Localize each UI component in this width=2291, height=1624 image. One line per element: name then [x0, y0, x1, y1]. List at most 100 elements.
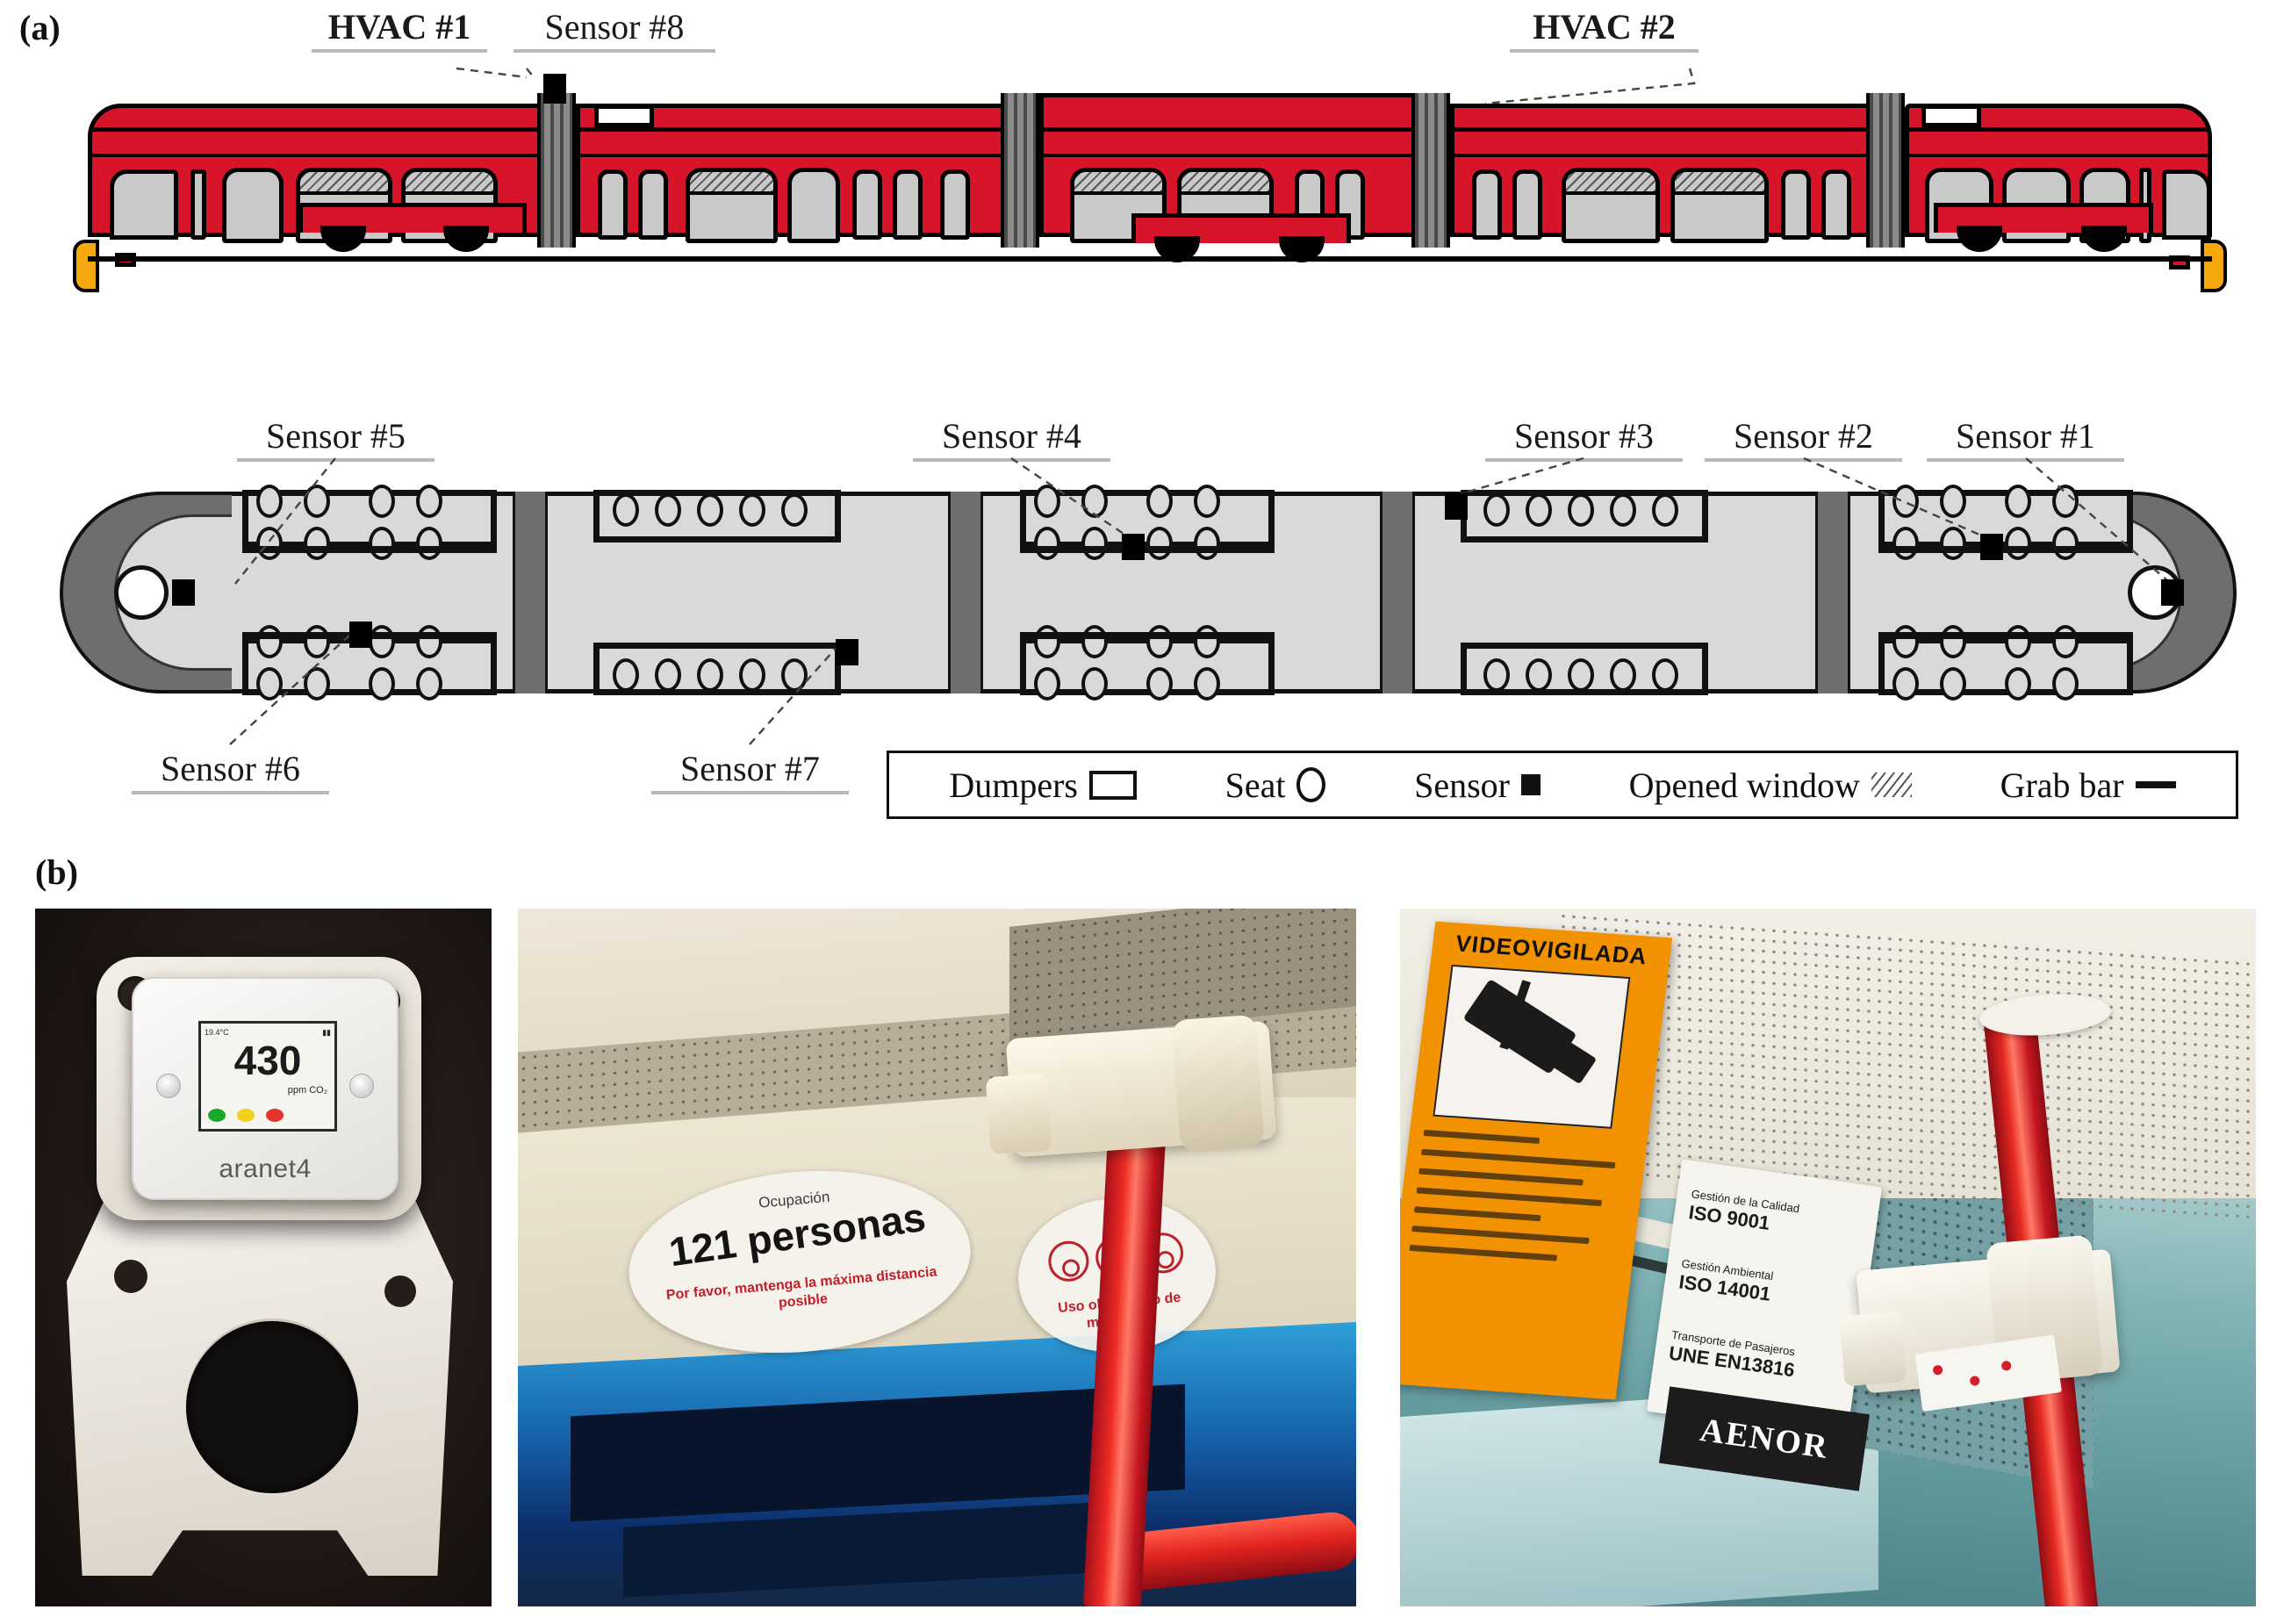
plan-bellows-2	[948, 492, 983, 693]
seat	[1194, 527, 1220, 560]
opened-window-hatch	[1181, 172, 1269, 195]
seat	[304, 625, 330, 658]
legend-seat-label: Seat	[1224, 765, 1286, 805]
face-icon	[1046, 1239, 1090, 1283]
waist-band	[1044, 154, 1412, 157]
callout-sensor-4: Sensor #4	[913, 418, 1110, 462]
legend-sensor-label: Sensor	[1414, 765, 1510, 805]
seat	[1652, 658, 1678, 692]
seat	[1526, 493, 1552, 527]
callout-sensor-8-label: Sensor #8	[544, 7, 685, 47]
wheel	[2081, 226, 2127, 252]
seat	[613, 493, 639, 527]
seat	[2005, 667, 2031, 701]
seat	[1034, 625, 1060, 658]
seat	[1146, 667, 1173, 701]
screen-status-bar: 19.4°C ▮▮	[205, 1026, 331, 1038]
window-narrow	[1781, 169, 1811, 240]
seat	[1483, 658, 1510, 692]
plan-bellows-1	[513, 492, 548, 693]
callout-rule	[913, 458, 1110, 462]
window-narrow	[1512, 169, 1542, 240]
seat	[256, 667, 283, 701]
figure-root: (a) (b) HVAC #1 Sensor #8 HVAC #2 Sensor…	[0, 0, 2291, 1624]
seat	[1194, 485, 1220, 518]
device-button-left	[156, 1074, 181, 1098]
wheel	[443, 226, 489, 252]
callout-hvac-1-label: HVAC #1	[327, 7, 471, 47]
grab-bar-icon	[2135, 781, 2176, 788]
seat	[1034, 527, 1060, 560]
seat	[1940, 527, 1966, 560]
device-brand-label: aranet4	[219, 1154, 312, 1183]
seat	[1146, 485, 1173, 518]
plan-sensor-3	[1445, 493, 1468, 520]
callout-sensor-1-label: Sensor #1	[1956, 416, 2095, 456]
callout-hvac-2-label: HVAC #2	[1533, 7, 1676, 47]
plan-bellows-4	[1815, 492, 1850, 693]
seat	[2052, 667, 2079, 701]
plaque-row-environment: Gestión Ambiental ISO 14001	[1677, 1257, 1860, 1319]
opened-window-hatch	[690, 172, 773, 195]
plan-bellows-3	[1380, 492, 1415, 693]
opened-window-hatch	[1074, 172, 1162, 195]
seat	[1568, 658, 1594, 692]
callout-rule	[1510, 49, 1698, 53]
seat	[1940, 485, 1966, 518]
callout-rule	[237, 458, 434, 462]
seat	[1081, 625, 1108, 658]
screen-temperature: 19.4°C	[205, 1028, 229, 1037]
callout-rule	[514, 49, 715, 53]
sensor-icon	[1521, 774, 1540, 795]
seat	[1652, 493, 1678, 527]
device-screen: 19.4°C ▮▮ 430 ppm CO₂	[198, 1021, 337, 1132]
seat	[416, 667, 442, 701]
window-narrow	[638, 169, 668, 240]
grab-bar	[242, 546, 497, 553]
led-green-icon	[208, 1109, 226, 1122]
door-window	[222, 168, 284, 243]
callout-sensor-5-label: Sensor #5	[266, 416, 406, 456]
seat	[304, 527, 330, 560]
seat	[1892, 485, 1919, 518]
grab-bar	[1020, 632, 1275, 639]
seat	[2005, 527, 2031, 560]
legend-grab-bar-label: Grab bar	[2000, 765, 2124, 805]
dumper-vent-1	[594, 104, 654, 127]
legend-dumpers-label: Dumpers	[949, 765, 1078, 805]
seat	[2005, 625, 2031, 658]
callout-sensor-3-label: Sensor #3	[1514, 416, 1654, 456]
screen-co2-value: 430	[233, 1038, 302, 1083]
seat	[416, 485, 442, 518]
seat	[613, 658, 639, 692]
tram-car-3	[1039, 93, 1417, 262]
roof-band	[1454, 127, 1867, 132]
opened-window-hatch	[300, 172, 388, 195]
callout-rule	[1927, 458, 2124, 462]
tram-car-5	[1905, 104, 2227, 292]
seat	[369, 625, 395, 658]
window-narrow	[1821, 169, 1851, 240]
plan-sensor-5	[172, 579, 195, 606]
photo-pole-mount: Ocupación 121 personas Por favor, manten…	[518, 909, 1356, 1606]
seat	[416, 625, 442, 658]
callout-sensor-2-label: Sensor #2	[1734, 416, 1873, 456]
seat	[304, 667, 330, 701]
wheel	[320, 226, 366, 252]
wheel	[1957, 226, 2002, 252]
seat	[739, 493, 765, 527]
articulation-bellows-1	[537, 93, 576, 248]
seat	[781, 493, 808, 527]
legend-item-grab-bar: Grab bar	[2000, 765, 2176, 806]
plaque-row-transport: Transporte de Pasajeros UNE EN13816	[1668, 1328, 1850, 1390]
seat	[2052, 485, 2079, 518]
window-narrow	[893, 169, 923, 240]
seat	[1034, 485, 1060, 518]
legend-opened-window-label: Opened window	[1628, 765, 1860, 805]
callout-rule	[132, 791, 329, 794]
seat	[369, 485, 395, 518]
roof-band	[1044, 127, 1412, 132]
callout-rule	[312, 49, 487, 53]
plaque-row-quality: Gestión de la Calidad ISO 9001	[1687, 1187, 1870, 1248]
seat	[416, 527, 442, 560]
